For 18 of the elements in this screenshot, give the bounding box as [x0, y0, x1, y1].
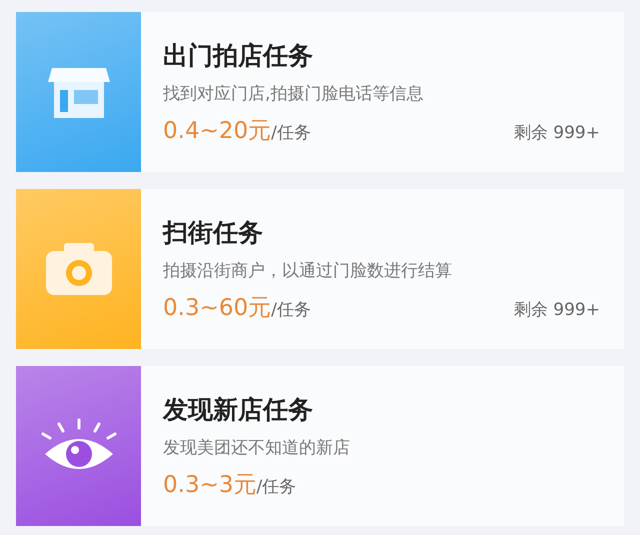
price-unit: /任务 — [271, 122, 311, 144]
task-title: 发现新店任务 — [163, 394, 314, 426]
price-range: 0.3~3元 — [163, 470, 256, 500]
price-range: 0.3~60元 — [163, 294, 272, 322]
remaining-count: 剩余 999+ — [514, 298, 600, 320]
price-unit: /任务 — [256, 476, 296, 498]
task-title: 扫街任务 — [163, 216, 264, 248]
price-range: 0.4~20元 — [163, 116, 272, 146]
task-card[interactable]: 扫街任务 拍摄沿街商户，以通过门脸数进行结算 0.3~60元/任务 剩余 999+ — [16, 189, 624, 349]
remaining-count: 剩余 999+ — [514, 122, 600, 144]
task-card[interactable]: 出门拍店任务 找到对应门店,拍摄门脸电话等信息 0.4~20元/任务 剩余 999+ — [16, 12, 624, 172]
price-unit: /任务 — [271, 298, 311, 320]
task-description: 发现美团还不知道的新店 — [163, 436, 351, 458]
task-card[interactable]: 发现新店任务 发现美团还不知道的新店 0.3~3元/任务 — [16, 366, 624, 526]
task-description: 拍摄沿街商户，以通过门脸数进行结算 — [163, 260, 453, 282]
task-description: 找到对应门店,拍摄门脸电话等信息 — [163, 82, 424, 104]
camera-icon — [46, 243, 112, 295]
task-title: 出门拍店任务 — [163, 40, 314, 72]
